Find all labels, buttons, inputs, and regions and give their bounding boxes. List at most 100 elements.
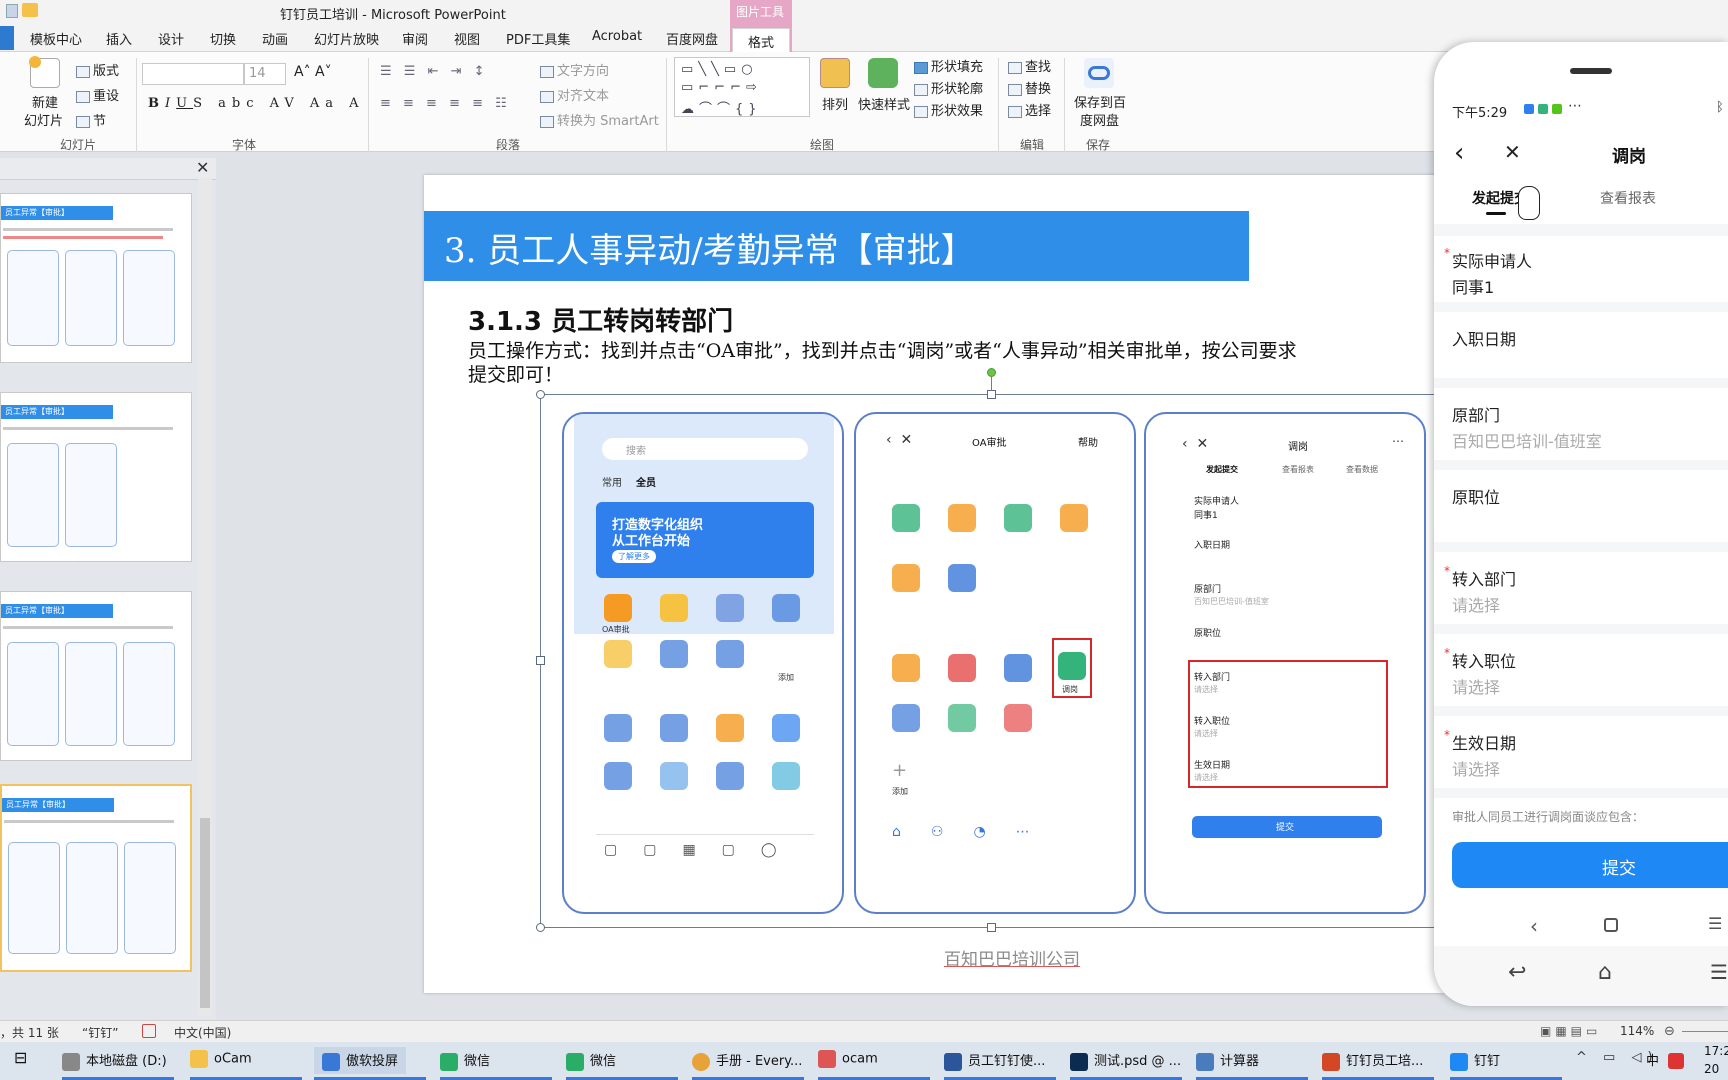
font-size-box[interactable]: 14 bbox=[244, 63, 286, 85]
font-format-buttons[interactable]: BIUS abc AV Aa A bbox=[148, 96, 365, 111]
save-icon[interactable] bbox=[6, 4, 18, 18]
tab-format[interactable]: 格式 bbox=[732, 28, 790, 52]
add-icon[interactable]: + bbox=[892, 760, 907, 781]
taskbar-item[interactable]: 员工钉钉使... bbox=[944, 1050, 1045, 1071]
rotate-handle[interactable] bbox=[987, 368, 996, 377]
tab-slideshow[interactable]: 幻灯片放映 bbox=[314, 29, 379, 48]
arrange-button[interactable]: 排列 bbox=[822, 94, 848, 113]
submit-button[interactable]: 提交 bbox=[1452, 842, 1728, 888]
quick-styles-button[interactable]: 快速样式 bbox=[858, 94, 910, 113]
section-button[interactable]: 节 bbox=[76, 110, 106, 129]
taskbar-item[interactable]: 本地磁盘 (D:) bbox=[62, 1050, 167, 1071]
transfer-position-field[interactable]: * 转入职位 请选择 bbox=[1434, 634, 1728, 716]
ime-indicator[interactable]: 中 bbox=[1646, 1050, 1659, 1069]
grow-font-button[interactable]: A˄ A˅ bbox=[294, 64, 332, 80]
date[interactable]: 20 bbox=[1704, 1062, 1719, 1076]
tab-common[interactable]: 常用 bbox=[602, 474, 622, 489]
layout-button[interactable]: 版式 bbox=[76, 60, 119, 79]
resize-handle[interactable] bbox=[536, 656, 545, 665]
scrollbar-thumb[interactable] bbox=[200, 818, 210, 1008]
effective-date-field[interactable]: * 生效日期 请选择 bbox=[1434, 716, 1728, 798]
slide-thumbnail[interactable]: 员工异常【审批】 bbox=[0, 591, 192, 761]
transfer-department-field[interactable]: * 转入部门 请选择 bbox=[1434, 552, 1728, 634]
resize-handle[interactable] bbox=[536, 923, 545, 932]
mirror-menu-icon[interactable]: ☰ bbox=[1710, 960, 1728, 984]
nav-menu-icon[interactable]: ☰ bbox=[1708, 914, 1722, 933]
nav-back-icon[interactable]: ‹ bbox=[1530, 914, 1538, 938]
taskbar-item[interactable]: 钉钉 bbox=[1450, 1050, 1500, 1071]
tab-pdf-tools[interactable]: PDF工具集 bbox=[506, 29, 570, 48]
taskbar-item[interactable]: oCam bbox=[190, 1050, 252, 1068]
file-tab[interactable] bbox=[0, 26, 14, 50]
taskbar-item[interactable]: 微信 bbox=[440, 1050, 490, 1071]
shapes-gallery[interactable]: ▭╲╲▭○ ▭⌐⌐⌐⇨ ☁⌒⌒{} bbox=[674, 57, 810, 117]
nav-home-icon[interactable] bbox=[1604, 918, 1618, 932]
bottom-nav[interactable]: ⌂⚇◔⋯ bbox=[892, 824, 1060, 840]
convert-smartart-button[interactable]: 转换为 SmartArt bbox=[540, 110, 659, 129]
oa-approval-icon[interactable] bbox=[604, 594, 632, 622]
applicant-field[interactable]: * 实际申请人 同事1 bbox=[1434, 236, 1728, 312]
slide-panel-scrollbar[interactable] bbox=[198, 178, 212, 1016]
slide-title[interactable]: 3. 员工人事异动/考勤异常【审批】 bbox=[444, 223, 975, 272]
list-buttons[interactable]: ☰ ☰ ⇤ ⇥ ↕ bbox=[380, 64, 489, 79]
tab-insert[interactable]: 插入 bbox=[106, 29, 132, 48]
task-view-icon[interactable]: ⊟ bbox=[14, 1048, 27, 1067]
taskbar-item[interactable]: 计算器 bbox=[1196, 1050, 1259, 1071]
reset-button[interactable]: 重设 bbox=[76, 85, 119, 104]
slide-thumbnail[interactable]: 员工异常【审批】 bbox=[0, 193, 192, 363]
new-slide-label[interactable]: 幻灯片 bbox=[24, 110, 63, 129]
taskbar-item-active[interactable]: 傲软投屏 bbox=[314, 1047, 407, 1074]
font-name-box[interactable] bbox=[142, 63, 244, 85]
original-position-field[interactable]: 原职位 bbox=[1434, 470, 1728, 552]
tab-baidu-netdisk[interactable]: 百度网盘 bbox=[666, 29, 718, 48]
resize-handle[interactable] bbox=[987, 923, 996, 932]
tab-template-center[interactable]: 模板中心 bbox=[30, 29, 82, 48]
resize-handle[interactable] bbox=[536, 390, 545, 399]
new-slide-button[interactable]: 新建 bbox=[32, 92, 58, 111]
zoom-slider[interactable] bbox=[1682, 1031, 1728, 1032]
slide-thumbnail-selected[interactable]: 员工异常【审批】 bbox=[0, 784, 192, 972]
align-text-button[interactable]: 对齐文本 bbox=[540, 85, 609, 104]
search-bar[interactable]: 搜索 bbox=[602, 438, 808, 460]
slide-thumbnail[interactable]: 员工异常【审批】 bbox=[0, 392, 192, 562]
slide-canvas[interactable]: 3. 员工人事异动/考勤异常【审批】 3.1.3 员工转岗转部门 员工操作方式：… bbox=[424, 175, 1444, 993]
close-panel-icon[interactable]: ✕ bbox=[196, 158, 209, 177]
banner[interactable]: 打造数字化组织 从工作台开始 了解更多 bbox=[596, 502, 814, 578]
taskbar-item[interactable]: 微信 bbox=[566, 1050, 616, 1071]
tab-view[interactable]: 视图 bbox=[454, 29, 480, 48]
phone-submit-button[interactable]: 提交 bbox=[1192, 816, 1382, 838]
zoom-level[interactable]: 114% bbox=[1620, 1024, 1654, 1038]
tab-animations[interactable]: 动画 bbox=[262, 29, 288, 48]
tab-design[interactable]: 设计 bbox=[158, 29, 184, 48]
tiaogang-icon[interactable] bbox=[1058, 652, 1086, 680]
tab-transitions[interactable]: 切换 bbox=[210, 29, 236, 48]
text-direction-button[interactable]: 文字方向 bbox=[540, 60, 609, 79]
help-link[interactable]: 帮助 bbox=[1078, 434, 1098, 449]
entry-date-field[interactable]: 入职日期 bbox=[1434, 312, 1728, 388]
zoom-out-icon[interactable]: ⊖ bbox=[1664, 1024, 1675, 1039]
bottom-nav[interactable]: ▢▢▦▢◯ bbox=[604, 842, 803, 858]
save-to-baidu-label[interactable]: 度网盘 bbox=[1080, 110, 1119, 129]
tab-report[interactable]: 查看报表 bbox=[1600, 188, 1656, 208]
tab-all[interactable]: 全员 bbox=[636, 474, 656, 489]
slide-footer[interactable]: 百知巴巴培训公司 bbox=[944, 945, 1080, 970]
mirror-home-icon[interactable]: ⌂ bbox=[1598, 960, 1612, 985]
taskbar-item[interactable]: ocam bbox=[818, 1050, 878, 1068]
taskbar-item[interactable]: 测试.psd @ ... bbox=[1070, 1050, 1181, 1071]
shape-outline-button[interactable]: 形状轮廓 bbox=[914, 78, 983, 97]
clock[interactable]: 17:2 bbox=[1704, 1044, 1728, 1058]
find-button[interactable]: 查找 bbox=[1008, 56, 1051, 75]
slide-body-text[interactable]: 员工操作方式：找到并点击“OA审批”，找到并点击“调岗”或者“人事异动”相关审批… bbox=[468, 339, 1443, 387]
language[interactable]: 中文(中国) bbox=[174, 1024, 231, 1041]
tab-acrobat[interactable]: Acrobat bbox=[592, 29, 642, 44]
save-to-baidu-button[interactable]: 保存到百 bbox=[1074, 92, 1126, 111]
select-button[interactable]: 选择 bbox=[1008, 100, 1051, 119]
taskbar-item[interactable]: 钉钉员工培... bbox=[1322, 1050, 1423, 1071]
original-department-field[interactable]: 原部门 百知巴巴培训-值班室 bbox=[1434, 388, 1728, 470]
mirror-back-icon[interactable]: ↩ bbox=[1508, 960, 1526, 985]
resize-handle[interactable] bbox=[987, 390, 996, 399]
slide-subtitle[interactable]: 3.1.3 员工转岗转部门 bbox=[468, 301, 733, 338]
shape-effects-button[interactable]: 形状效果 bbox=[914, 100, 983, 119]
antivirus-icon[interactable] bbox=[1668, 1053, 1684, 1069]
align-buttons[interactable]: ≡ ≡ ≡ ≡ ≡ ☷ bbox=[380, 96, 511, 111]
